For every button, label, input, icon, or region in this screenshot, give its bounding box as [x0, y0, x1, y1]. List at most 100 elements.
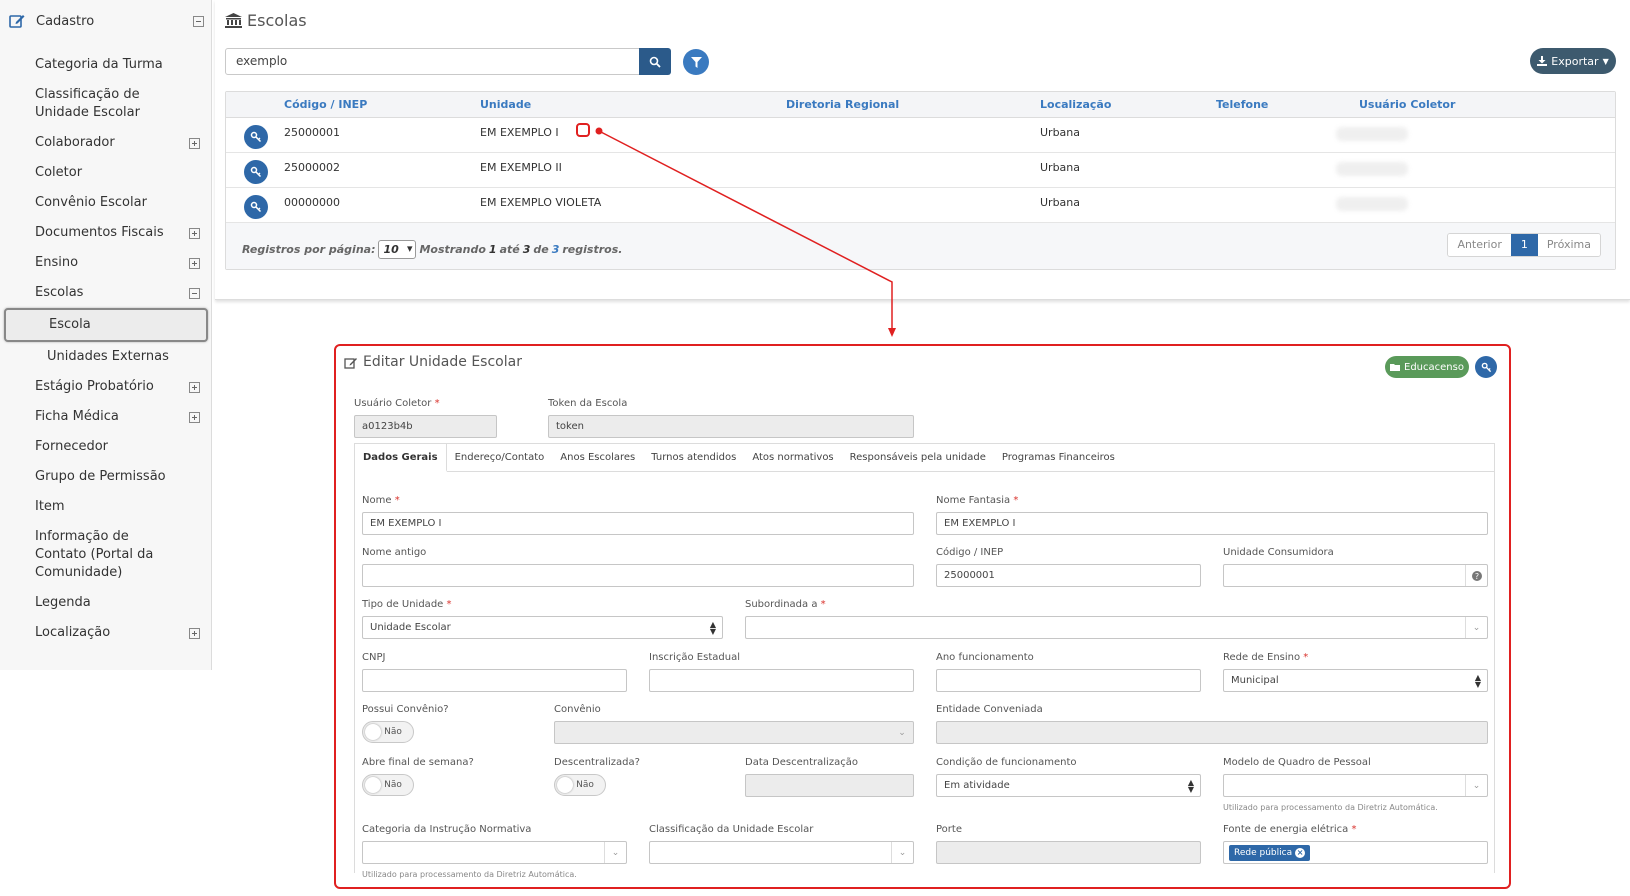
tab-atos-normativos[interactable]: Atos normativos: [744, 444, 841, 472]
sidebar-item-escolas[interactable]: Escolas: [0, 278, 212, 308]
abre-fds-toggle[interactable]: Não: [362, 774, 414, 796]
sidebar-item-estagio-probatorio[interactable]: Estágio Probatório: [0, 372, 212, 402]
table-row[interactable]: 25000001 EM EXEMPLO I Urbana: [226, 118, 1615, 153]
convenio-select[interactable]: ⌄: [554, 721, 914, 744]
possui-convenio-toggle[interactable]: Não: [362, 721, 414, 743]
condicao-select[interactable]: Em atividade ▲ ▼: [936, 774, 1201, 797]
sidebar-item-label: Escolas: [35, 285, 84, 300]
data-descentralizacao-field[interactable]: [745, 774, 914, 797]
tab-dados-gerais[interactable]: Dados Gerais: [355, 444, 447, 472]
sidebar-item-fornecedor[interactable]: Fornecedor: [0, 432, 212, 462]
rede-ensino-select[interactable]: Municipal ▲ ▼: [1223, 669, 1488, 692]
fonte-energia-label: Fonte de energia elétrica *: [1223, 824, 1357, 835]
sidebar-item-legenda[interactable]: Legenda: [0, 588, 212, 618]
sidebar-item-label: Item: [35, 499, 65, 514]
expand-icon[interactable]: [189, 228, 200, 239]
descentralizada-toggle[interactable]: Não: [554, 774, 606, 796]
key-button[interactable]: [244, 125, 268, 149]
search-input[interactable]: exemplo: [225, 48, 640, 75]
entidade-conveniada-field[interactable]: [936, 721, 1488, 744]
key-icon: [1481, 362, 1491, 372]
nome-antigo-input[interactable]: [362, 564, 914, 587]
range-until-label: até: [499, 243, 520, 256]
sidebar-item-categoria-turma[interactable]: Categoria da Turma: [0, 50, 212, 80]
token-field[interactable]: token: [548, 415, 914, 438]
modelo-quadro-select[interactable]: ⌄: [1223, 774, 1488, 797]
sidebar-item-item[interactable]: Item: [0, 492, 212, 522]
nome-fantasia-input[interactable]: EM EXEMPLO I: [936, 512, 1488, 535]
export-button[interactable]: Exportar ▼: [1530, 48, 1616, 74]
classificacao-ue-select[interactable]: ⌄: [649, 841, 914, 864]
col-unidade[interactable]: Unidade: [480, 98, 531, 111]
key-button[interactable]: [244, 160, 268, 184]
sidebar-item-grupo-permissao[interactable]: Grupo de Permissão: [0, 462, 212, 492]
cell-localizacao: Urbana: [1040, 196, 1081, 209]
per-page-select[interactable]: 10: [378, 240, 417, 259]
tab-endereco-contato[interactable]: Endereço/Contato: [447, 444, 553, 472]
table-row[interactable]: 00000000 EM EXEMPLO VIOLETA Urbana: [226, 188, 1615, 223]
ano-funcionamento-input[interactable]: [936, 669, 1201, 692]
expand-icon[interactable]: [189, 412, 200, 423]
collapse-icon[interactable]: [193, 15, 204, 27]
expand-icon[interactable]: [189, 258, 200, 269]
cnpj-input[interactable]: [362, 669, 627, 692]
remove-tag-icon[interactable]: ×: [1295, 848, 1306, 858]
filter-button[interactable]: [683, 49, 709, 75]
expand-icon[interactable]: [189, 382, 200, 393]
nome-input[interactable]: EM EXEMPLO I: [362, 512, 914, 535]
sidebar-item-informacao-contato[interactable]: Informação de Contato (Portal da Comunid…: [0, 522, 212, 588]
sidebar-header-cadastro[interactable]: Cadastro: [8, 10, 204, 32]
categoria-in-select[interactable]: ⌄: [362, 841, 627, 864]
range-total: 3: [551, 243, 560, 256]
pager-prev[interactable]: Anterior: [1448, 234, 1511, 256]
tab-responsaveis[interactable]: Responsáveis pela unidade: [842, 444, 994, 472]
subordinada-select[interactable]: ⌄: [745, 616, 1488, 639]
tab-bar: Dados Gerais Endereço/Contato Anos Escol…: [355, 444, 1494, 472]
chevron-down-icon: ⌄: [604, 842, 626, 863]
codigo-inep-input[interactable]: 25000001: [936, 564, 1201, 587]
key-button[interactable]: [244, 195, 268, 219]
records-label: registros.: [562, 243, 623, 256]
sidebar-item-documentos-fiscais[interactable]: Documentos Fiscais: [0, 218, 212, 248]
col-codigo[interactable]: Código / INEP: [284, 98, 367, 111]
sidebar-item-unidades-externas[interactable]: Unidades Externas: [0, 342, 212, 372]
cell-unidade: EM EXEMPLO I: [480, 126, 559, 139]
col-usuario-coletor[interactable]: Usuário Coletor: [1359, 98, 1455, 111]
collapse-icon[interactable]: [189, 288, 200, 299]
key-icon: [250, 131, 262, 143]
key-button[interactable]: [1475, 356, 1497, 378]
search-button[interactable]: [639, 48, 671, 75]
pager-current[interactable]: 1: [1510, 234, 1538, 256]
schools-list-page: Escolas exemplo Exportar ▼ Código / INEP…: [215, 0, 1630, 300]
sidebar-item-convenio-escolar[interactable]: Convênio Escolar: [0, 188, 212, 218]
pager-next[interactable]: Próxima: [1537, 234, 1600, 256]
tipo-unidade-select[interactable]: Unidade Escolar ▲ ▼: [362, 616, 723, 639]
cnpj-label: CNPJ: [362, 652, 386, 663]
tab-anos-escolares[interactable]: Anos Escolares: [552, 444, 643, 472]
usuario-coletor-field[interactable]: a0123b4b: [354, 415, 497, 438]
expand-icon[interactable]: [189, 628, 200, 639]
tab-turnos-atendidos[interactable]: Turnos atendidos: [643, 444, 744, 472]
sidebar-item-ensino[interactable]: Ensino: [0, 248, 212, 278]
inscricao-input[interactable]: [649, 669, 914, 692]
porte-field[interactable]: [936, 841, 1201, 864]
sidebar-item-ficha-medica[interactable]: Ficha Médica: [0, 402, 212, 432]
sidebar-item-colaborador[interactable]: Colaborador: [0, 128, 212, 158]
sidebar-item-label: Localização: [35, 625, 111, 640]
sidebar-item-escola[interactable]: Escola: [4, 308, 208, 342]
col-diretoria[interactable]: Diretoria Regional: [786, 98, 899, 111]
expand-icon[interactable]: [189, 138, 200, 149]
chevron-down-icon: ⌄: [1465, 775, 1487, 796]
sidebar-item-coletor[interactable]: Coletor: [0, 158, 212, 188]
sidebar-item-classificacao-unidade[interactable]: Classificação de Unidade Escolar: [0, 80, 212, 128]
unidade-consumidora-input[interactable]: ?: [1223, 564, 1488, 587]
sidebar-item-localizacao[interactable]: Localização: [0, 618, 212, 648]
col-telefone[interactable]: Telefone: [1216, 98, 1268, 111]
table-row[interactable]: 25000002 EM EXEMPLO II Urbana: [226, 153, 1615, 188]
range-from: 1: [488, 243, 497, 256]
help-icon[interactable]: ?: [1465, 565, 1487, 586]
educacenso-button[interactable]: Educacenso: [1385, 356, 1469, 378]
col-localizacao[interactable]: Localização: [1040, 98, 1111, 111]
tab-programas-financeiros[interactable]: Programas Financeiros: [994, 444, 1123, 472]
fonte-energia-multiselect[interactable]: Rede pública ×: [1223, 841, 1488, 864]
